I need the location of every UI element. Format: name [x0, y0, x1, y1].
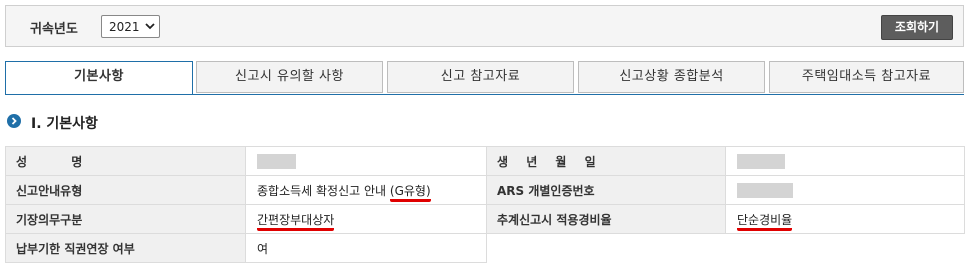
redacted-name [257, 153, 296, 169]
year-label: 귀속년도 [30, 22, 78, 37]
expense-rate-label: 추계신고시 적용경비율 [486, 204, 726, 234]
tab-bar-divider [5, 94, 964, 95]
tab-filing-notes[interactable]: 신고시 유의할 사항 [196, 61, 383, 93]
birthdate-label: 생 년 월 일 [486, 146, 726, 176]
query-button[interactable]: 조회하기 [881, 15, 953, 40]
deadline-extension-value: 여 [245, 233, 487, 263]
tab-filing-analysis[interactable]: 신고상황 종합분석 [578, 61, 765, 93]
tab-filing-references[interactable]: 신고 참고자료 [387, 61, 574, 93]
bookkeeping-value: 간편장부대상자 [245, 204, 487, 234]
table-row: 납부기한 직권연장 여부 여 [5, 233, 965, 263]
table-row: 신고안내유형 종합소득세 확정신고 안내 (G유형) ARS 개별인증번호 [5, 175, 965, 205]
notice-type-highlight: (G유형) [389, 183, 431, 202]
tab-bar: 기본사항 신고시 유의할 사항 신고 참고자료 신고상황 종합분석 주택임대소득… [5, 61, 964, 95]
section-heading: Ⅰ. 기본사항 [31, 116, 98, 132]
table-row: 기장의무구분 간편장부대상자 추계신고시 적용경비율 단순경비율 [5, 204, 965, 234]
redacted-ars-number [737, 182, 793, 198]
year-select-value: 2021 [109, 20, 140, 34]
basic-info-table: 성 명 생 년 월 일 신고안내유형 종합소득세 확정신고 안내 (G유형) A… [5, 146, 965, 263]
search-bar: 귀속년도 2021 조회하기 [5, 5, 964, 47]
notice-type-label: 신고안내유형 [5, 175, 246, 205]
ars-auth-value [725, 175, 965, 205]
chevron-down-icon [145, 23, 155, 30]
redacted-birthdate [737, 153, 785, 169]
birthdate-value [725, 146, 965, 176]
name-label: 성 명 [5, 146, 246, 176]
expense-rate-value: 단순경비율 [725, 204, 965, 234]
tab-rental-income-references[interactable]: 주택임대소득 참고자료 [769, 61, 964, 93]
deadline-extension-label: 납부기한 직권연장 여부 [5, 233, 246, 263]
table-row: 성 명 생 년 월 일 [5, 146, 965, 176]
year-select[interactable]: 2021 [101, 15, 160, 38]
tab-basic-info[interactable]: 기본사항 [5, 61, 193, 95]
notice-type-value: 종합소득세 확정신고 안내 (G유형) [245, 175, 487, 205]
bookkeeping-label: 기장의무구분 [5, 204, 246, 234]
ars-auth-label: ARS 개별인증번호 [486, 175, 726, 205]
name-value [245, 146, 487, 176]
arrow-circle-icon [7, 114, 21, 128]
